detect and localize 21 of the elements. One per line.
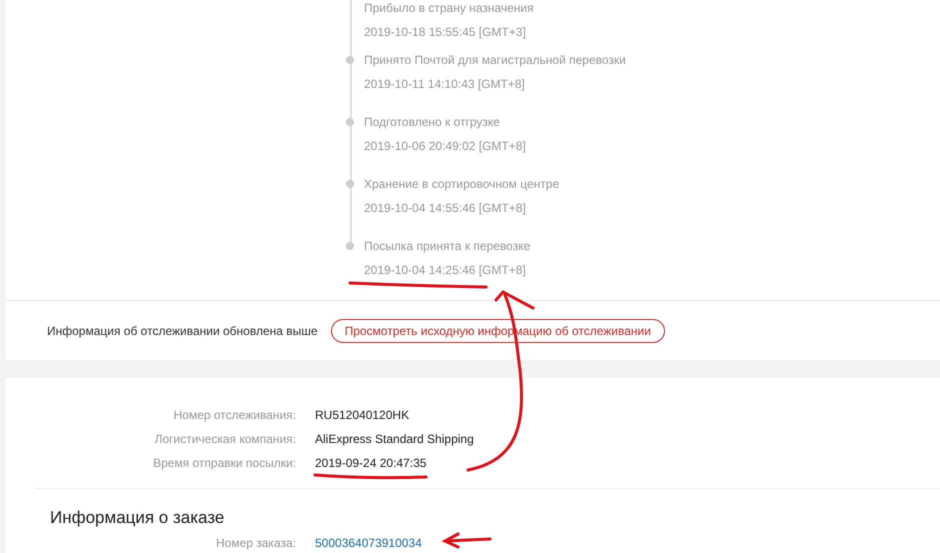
field-label: Номер отслеживания:	[172, 407, 296, 424]
event-title: Хранение в сортировочном центре	[364, 176, 560, 192]
arrow-mark	[442, 532, 492, 548]
field-value: 2019-09-24 20:47:35	[315, 455, 426, 472]
event-time: 2019-10-06 20:49:02 [GMT+8]	[364, 138, 526, 154]
event-title: Принято Почтой для магистральной перевозки	[364, 52, 626, 68]
order-number-link[interactable]: 5000364073910034	[315, 534, 422, 552]
field-label: Время отправки посылки:	[152, 455, 296, 472]
event-time: 2019-10-04 14:25:46 [GMT+8]	[364, 262, 526, 278]
update-note: Информация об отслеживании обновлена выше	[47, 322, 318, 340]
section-heading: Информация о заказе	[50, 507, 226, 529]
event-time: 2019-10-18 15:55:45 [GMT+3]	[364, 24, 526, 40]
event-title: Подготовлено к отгрузке	[364, 114, 500, 130]
field-value: RU512040120HK	[315, 407, 410, 424]
event-title: Прибыло в страну назначения	[364, 0, 534, 16]
event-time: 2019-10-04 14:55:46 [GMT+8]	[364, 200, 526, 216]
field-label: Логистическая компания:	[154, 431, 296, 448]
field-value: AliExpress Standard Shipping	[315, 431, 474, 448]
event-time: 2019-10-11 14:10:43 [GMT+8]	[364, 76, 525, 92]
event-title: Посылка принята к перевозке	[364, 238, 530, 254]
field-label: Номер заказа:	[214, 535, 296, 552]
